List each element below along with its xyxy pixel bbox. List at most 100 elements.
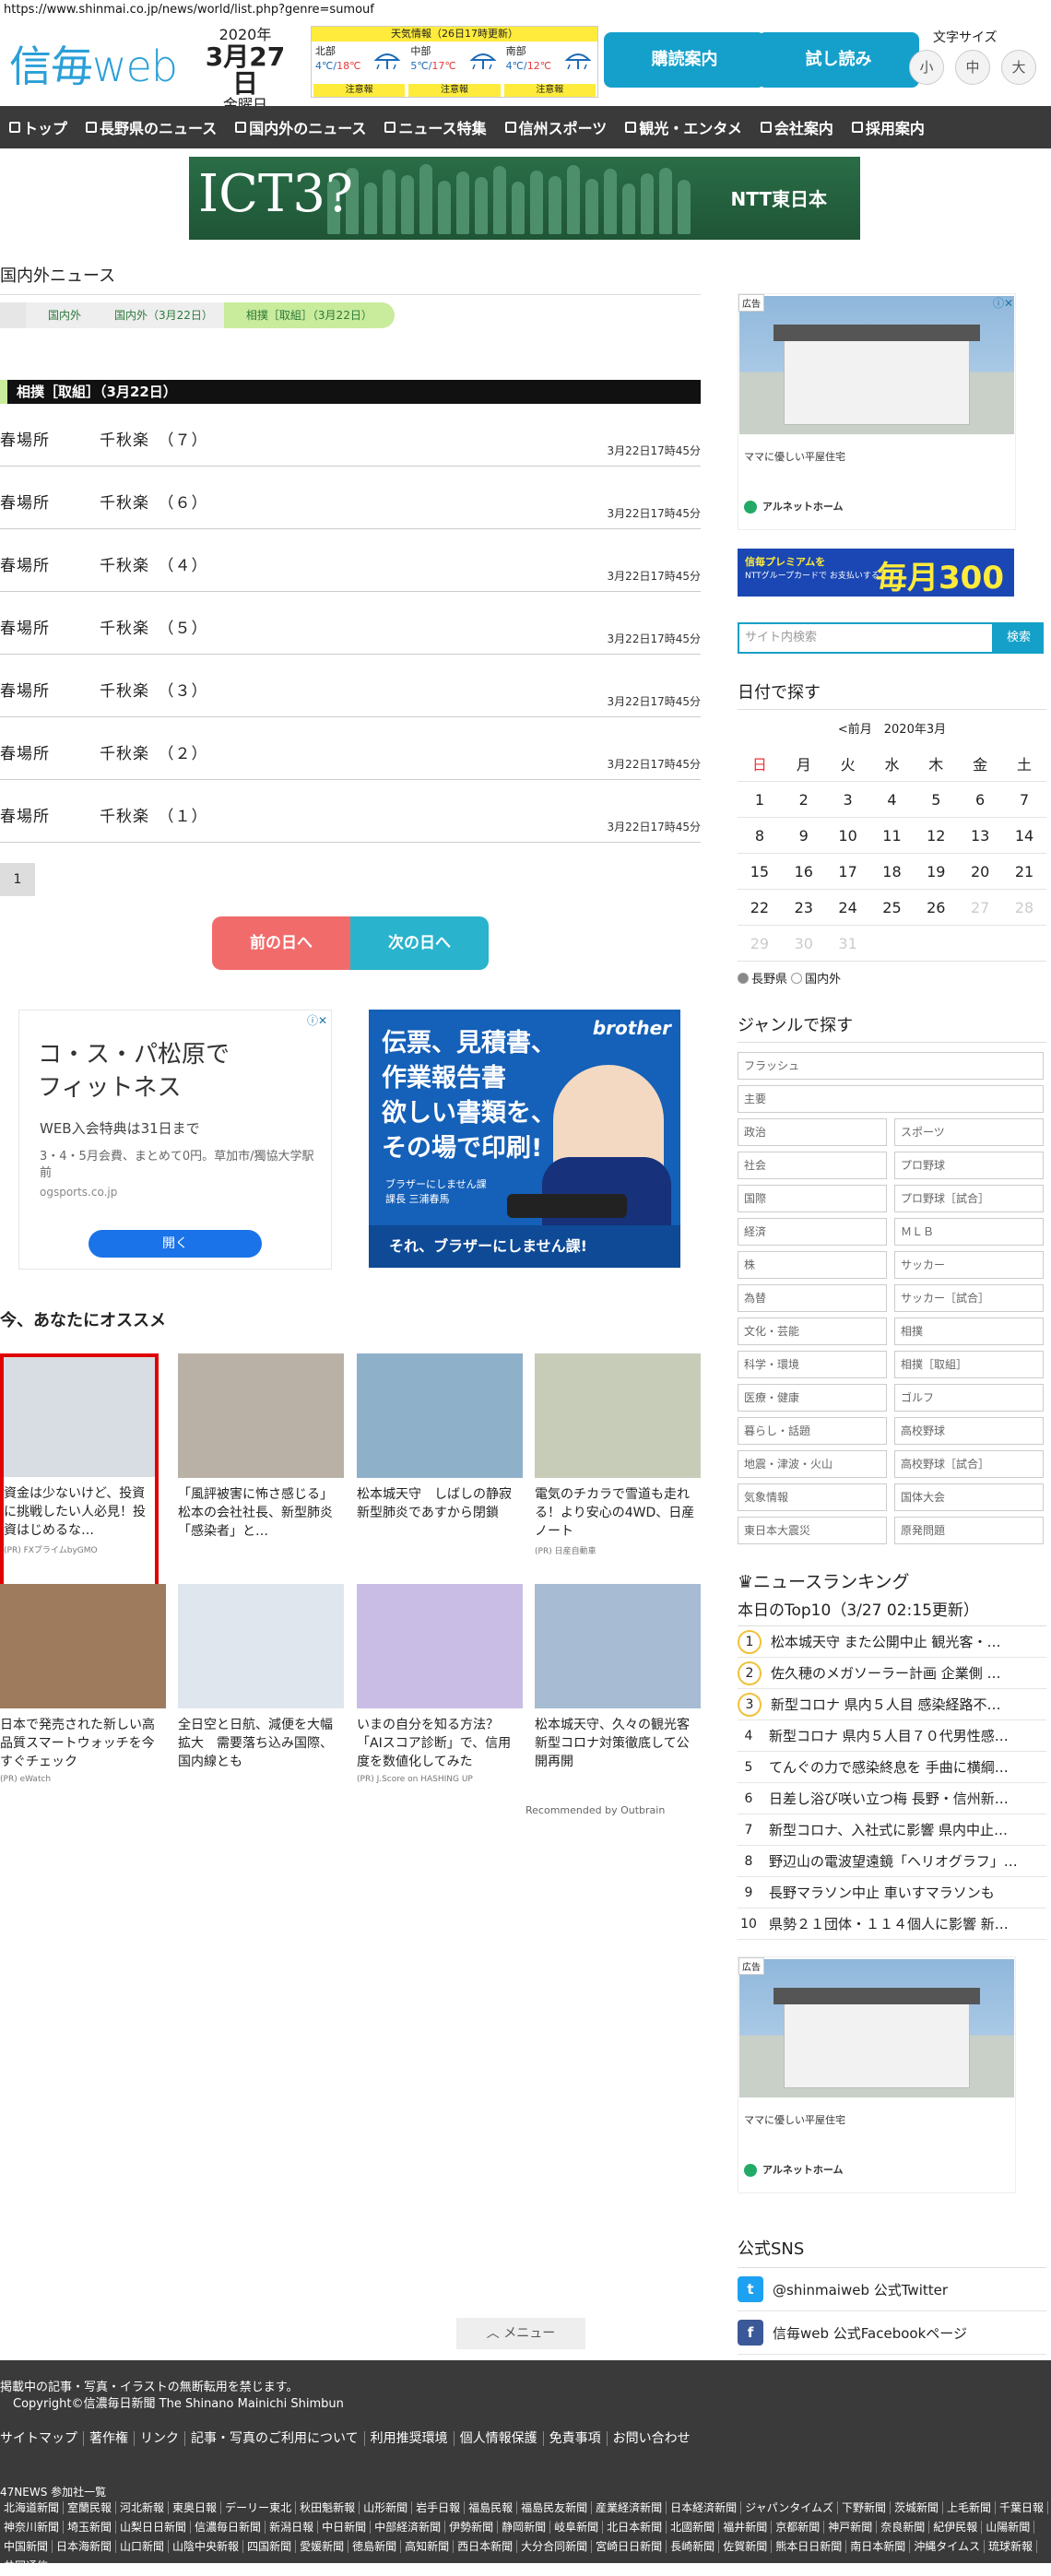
newspaper-link[interactable]: 信濃毎日新聞 <box>191 2521 266 2534</box>
nav-sports[interactable]: 信州スポーツ <box>496 116 617 138</box>
newspaper-link[interactable]: 静岡新聞 <box>498 2521 551 2534</box>
newspaper-link[interactable]: ジャパンタイムズ <box>741 2501 838 2514</box>
article-title[interactable]: 春場所 千秋楽 （２） <box>0 740 208 763</box>
ad-choices-icon[interactable]: ⓘ✕ <box>307 1012 327 1028</box>
newspaper-link[interactable]: 神戸新聞 <box>824 2521 878 2534</box>
article-row[interactable]: 春場所 千秋楽 （７） 3月22日17時45分 <box>0 404 701 467</box>
newspaper-link[interactable]: 日本経済新聞 <box>667 2501 742 2514</box>
genre-link[interactable]: 国際 <box>738 1185 887 1212</box>
font-size-medium-button[interactable]: 中 <box>955 50 990 85</box>
newspaper-link[interactable]: 徳島新聞 <box>348 2540 402 2553</box>
genre-link[interactable]: 相撲［取組］ <box>894 1351 1044 1378</box>
newspaper-link[interactable]: 山陽新聞 <box>982 2521 1035 2534</box>
calendar-day[interactable]: 5 <box>914 781 959 818</box>
newspaper-link[interactable]: 福島民報 <box>465 2501 518 2514</box>
newspaper-link[interactable]: 琉球新報 <box>985 2540 1038 2553</box>
calendar-day[interactable]: 20 <box>958 853 1003 890</box>
recommend-card[interactable]: 資金は少ないけど、投資に挑戦したい人必見！投資はじめるな… (PR) FXプライム… <box>0 1353 159 1597</box>
newspaper-link[interactable]: 宮崎日日新聞 <box>592 2540 667 2553</box>
calendar-day[interactable]: 18 <box>869 853 915 890</box>
region-world-radio[interactable]: 国内外 <box>791 973 841 987</box>
calendar-nav[interactable]: <前月 2020年3月 <box>738 719 1046 737</box>
genre-link[interactable]: 科学・環境 <box>738 1351 887 1378</box>
calendar-day[interactable]: 17 <box>825 853 870 890</box>
facebook-link[interactable]: f 信毎web 公式Facebookページ <box>738 2311 1046 2355</box>
calendar-day[interactable]: 8 <box>738 817 782 854</box>
newspaper-link[interactable]: 京都新聞 <box>772 2521 825 2534</box>
genre-link[interactable]: プロ野球 <box>894 1152 1044 1179</box>
newspaper-link[interactable]: 大分合同新聞 <box>517 2540 593 2553</box>
genre-link[interactable]: ゴルフ <box>894 1384 1044 1412</box>
article-row[interactable]: 春場所 千秋楽 （２） 3月22日17時45分 <box>0 717 701 780</box>
calendar-day[interactable]: 1 <box>738 781 782 818</box>
genre-link[interactable]: スポーツ <box>894 1118 1044 1146</box>
genre-link[interactable]: 気象情報 <box>738 1483 887 1511</box>
calendar-day[interactable]: 13 <box>958 817 1003 854</box>
ranking-item[interactable]: 5 てんぐの力で感染終息を 手曲に横綱… <box>738 1752 1046 1783</box>
recommend-card[interactable]: 全日空と日航、減便を大幅拡大 需要落ち込み国際、国内線とも <box>178 1584 344 1771</box>
footer-link[interactable]: 著作権 <box>84 2431 135 2446</box>
subscribe-button[interactable]: 購読案内 <box>604 32 765 88</box>
newspaper-link[interactable]: 日本海新聞 <box>53 2540 117 2553</box>
article-title[interactable]: 春場所 千秋楽 （４） <box>0 552 208 575</box>
genre-link[interactable]: 高校野球［試合］ <box>894 1450 1044 1478</box>
ranking-item[interactable]: 1 松本城天守 また公開中止 観光客・… <box>738 1626 1046 1658</box>
newspaper-link[interactable]: 秋田魁新報 <box>296 2501 360 2514</box>
newspaper-link[interactable]: 沖縄タイムス <box>910 2540 985 2553</box>
site-logo[interactable]: 信毎web <box>9 33 178 94</box>
newspaper-link[interactable]: 愛媛新聞 <box>296 2540 349 2553</box>
outbrain-credit[interactable]: Recommended by Outbrain <box>526 1804 665 1816</box>
nav-nagano-news[interactable]: 長野県のニュース <box>77 116 226 138</box>
genre-link[interactable]: 相撲 <box>894 1318 1044 1345</box>
newspaper-link[interactable]: 東奥日報 <box>169 2501 222 2514</box>
genre-link[interactable]: 東日本大震災 <box>738 1517 887 1544</box>
recommend-card[interactable]: 電気のチカラで雪道も走れる！より安心の4WD、日産ノート (PR) 日産自動車 <box>535 1353 701 1556</box>
ranking-item[interactable]: 4 新型コロナ 県内５人目７０代男性感… <box>738 1720 1046 1752</box>
calendar-day[interactable]: 22 <box>738 889 782 926</box>
calendar-day[interactable]: 21 <box>1002 853 1046 890</box>
newspaper-link[interactable]: 河北新報 <box>116 2501 170 2514</box>
breadcrumb-world-date[interactable]: 国内外（3月22日） <box>92 302 235 328</box>
footer-link[interactable]: リンク <box>135 2431 185 2446</box>
calendar-day[interactable]: 25 <box>869 889 915 926</box>
newspaper-link[interactable]: 四国新聞 <box>243 2540 297 2553</box>
ad-choices-icon[interactable]: ⓘ✕ <box>993 295 1013 311</box>
article-title[interactable]: 春場所 千秋楽 （６） <box>0 490 208 513</box>
newspaper-link[interactable]: 北國新聞 <box>667 2521 720 2534</box>
genre-link[interactable]: 国体大会 <box>894 1483 1044 1511</box>
newspaper-link[interactable]: 高知新聞 <box>401 2540 455 2553</box>
calendar-day[interactable]: 14 <box>1002 817 1046 854</box>
premium-banner[interactable]: 信毎プレミアムを NTTグループカードで お支払いすると 毎月300円 <box>738 549 1014 597</box>
url-bar[interactable]: https://www.shinmai.co.jp/news/world/lis… <box>0 0 1051 20</box>
recommend-card[interactable]: いまの自分を知る方法？「AIスコア診断」で、信用度を数値化してみた (PR) J.… <box>357 1584 523 1784</box>
genre-link[interactable]: 主要 <box>738 1085 1044 1113</box>
ranking-item[interactable]: 2 佐久穂のメガソーラー計画 企業側 … <box>738 1658 1046 1689</box>
footer-link[interactable]: 免責事項 <box>543 2431 608 2446</box>
genre-link[interactable]: 為替 <box>738 1284 887 1312</box>
calendar-day[interactable]: 12 <box>914 817 959 854</box>
search-button[interactable]: 検索 <box>994 622 1044 654</box>
calendar-day[interactable]: 11 <box>869 817 915 854</box>
newspaper-link[interactable]: 山梨日日新聞 <box>116 2521 192 2534</box>
newspaper-link[interactable]: 佐賀新聞 <box>719 2540 773 2553</box>
newspaper-link[interactable]: 長崎新聞 <box>667 2540 720 2553</box>
article-title[interactable]: 春場所 千秋楽 （１） <box>0 803 208 826</box>
recommend-card[interactable]: 「風評被害に怖さ感じる」 松本の会社社長、新型肺炎「感染者」と… <box>178 1353 344 1541</box>
article-title[interactable]: 春場所 千秋楽 （５） <box>0 615 208 638</box>
calendar-day[interactable]: 2 <box>781 781 826 818</box>
calendar-day[interactable]: 24 <box>825 889 870 926</box>
newspaper-link[interactable]: 熊本日日新聞 <box>772 2540 847 2553</box>
genre-link[interactable]: 医療・健康 <box>738 1384 887 1412</box>
calendar-day[interactable]: 16 <box>781 853 826 890</box>
article-title[interactable]: 春場所 千秋楽 （７） <box>0 427 208 450</box>
genre-link[interactable]: 暮らし・話題 <box>738 1417 887 1445</box>
recommend-card[interactable]: 松本城天守、久々の観光客 新型コロナ対策徹底して公開再開 <box>535 1584 703 1771</box>
search-input[interactable]: サイト内検索 <box>738 622 994 654</box>
footer-link[interactable]: 個人情報保護 <box>454 2431 544 2446</box>
calendar-day[interactable]: 3 <box>825 781 870 818</box>
nav-features[interactable]: ニュース特集 <box>375 116 495 138</box>
font-size-large-button[interactable]: 大 <box>1001 50 1036 85</box>
ranking-item[interactable]: 7 新型コロナ、入社式に影響 県内中止… <box>738 1814 1046 1846</box>
nav-company[interactable]: 会社案内 <box>751 116 843 138</box>
genre-link[interactable]: 原発問題 <box>894 1517 1044 1544</box>
